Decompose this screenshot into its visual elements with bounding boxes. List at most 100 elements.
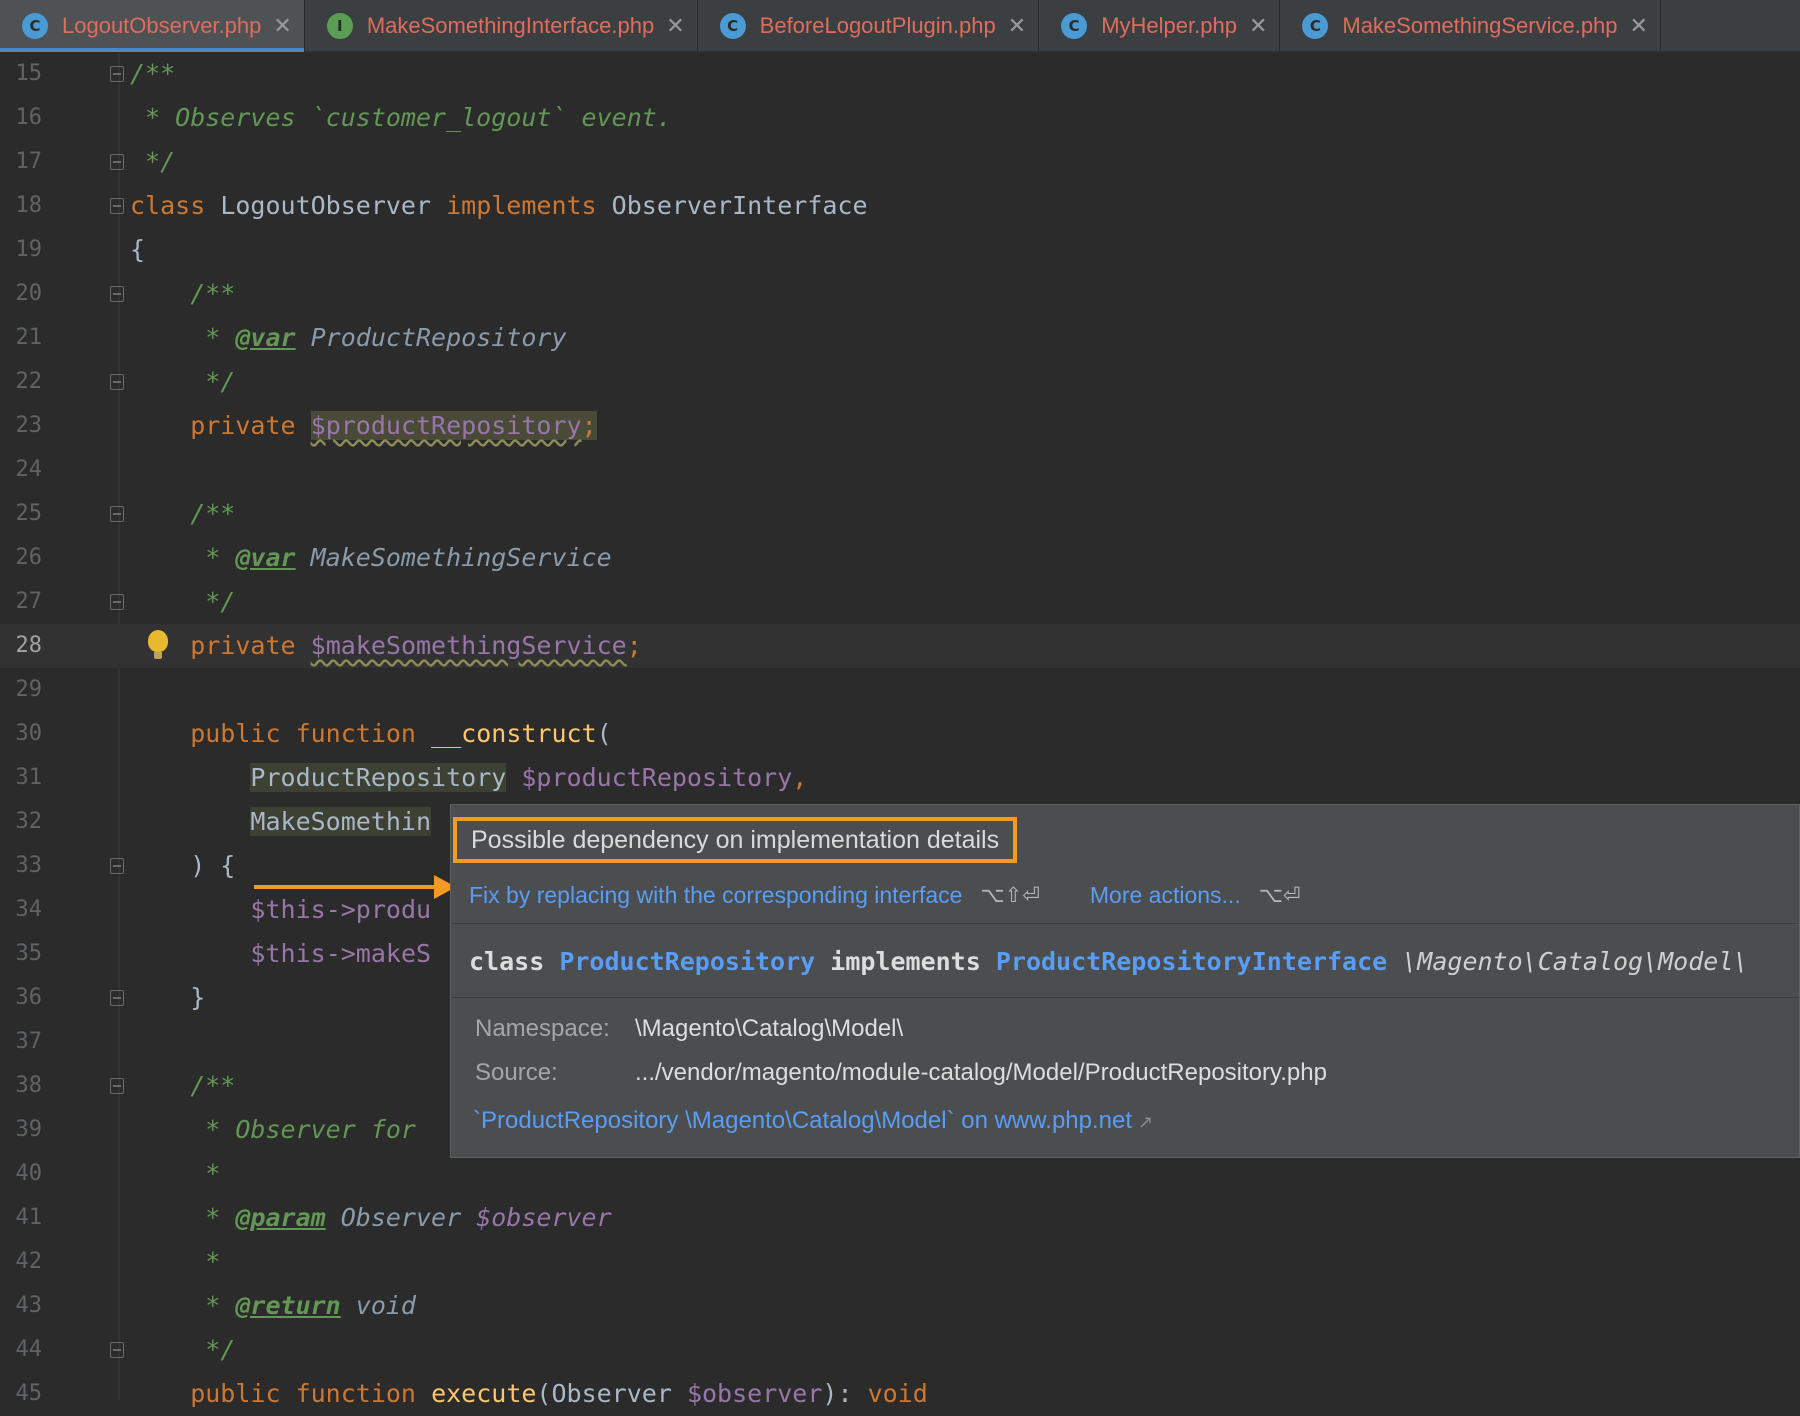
- line-number: 36: [15, 985, 43, 1010]
- code-line[interactable]: 20 /**: [0, 272, 1800, 316]
- code-text: (Observer: [536, 1379, 687, 1408]
- line-number: 21: [15, 325, 43, 350]
- code-line[interactable]: 40 *: [0, 1152, 1800, 1196]
- sig-interface-link[interactable]: ProductRepositoryInterface: [996, 947, 1387, 976]
- fold-icon[interactable]: [110, 1342, 124, 1358]
- external-doc-link[interactable]: `ProductRepository \Magento\Catalog\Mode…: [473, 1107, 1132, 1134]
- code-line[interactable]: 16 * Observes `customer_logout` event.: [0, 96, 1800, 140]
- code-line[interactable]: 15 /**: [0, 52, 1800, 96]
- line-number: 27: [15, 589, 43, 614]
- code-keyword: implements: [446, 191, 597, 220]
- class-icon: C: [1302, 13, 1329, 39]
- interface-icon: I: [326, 13, 353, 39]
- more-actions-link[interactable]: More actions...: [1090, 882, 1241, 909]
- code-text: void: [340, 1291, 416, 1320]
- code-line[interactable]: 31 ProductRepository $productRepository,: [0, 756, 1800, 800]
- code-line[interactable]: 21 * @var ProductRepository: [0, 316, 1800, 360]
- sig-namespace: \Magento\Catalog\Model\: [1402, 947, 1749, 976]
- close-icon[interactable]: ✕: [1249, 14, 1267, 39]
- close-icon[interactable]: ✕: [273, 14, 291, 39]
- tab-before-logout-plugin[interactable]: C BeforeLogoutPlugin.php ✕: [698, 0, 1040, 52]
- sig-class-link[interactable]: ProductRepository: [559, 947, 815, 976]
- class-signature: class ProductRepository implements Produ…: [469, 933, 1748, 991]
- fold-icon[interactable]: [110, 1078, 124, 1094]
- line-number: 16: [15, 105, 43, 130]
- code-line[interactable]: 44 */: [0, 1328, 1800, 1372]
- code-line[interactable]: 19 {: [0, 228, 1800, 272]
- line-number: 41: [15, 1205, 43, 1230]
- line-number: 18: [15, 193, 43, 218]
- tab-label: MakeSomethingInterface.php: [366, 13, 655, 38]
- code-text: }: [130, 983, 206, 1012]
- code-line[interactable]: 41 * @param Observer $observer: [0, 1196, 1800, 1240]
- fix-replace-interface-link[interactable]: Fix by replacing with the corresponding …: [469, 882, 962, 909]
- code-line[interactable]: 43 * @return void: [0, 1284, 1800, 1328]
- code-line[interactable]: 24: [0, 448, 1800, 492]
- code-text: ProductRepository: [295, 323, 567, 352]
- fold-icon[interactable]: [110, 858, 124, 874]
- close-icon[interactable]: ✕: [1630, 14, 1648, 39]
- code-line[interactable]: 45 public function execute(Observer $obs…: [0, 1372, 1800, 1416]
- fold-icon[interactable]: [110, 594, 124, 610]
- fix-shortcut: ⌥⇧⏎: [980, 883, 1040, 907]
- fold-icon[interactable]: [110, 990, 124, 1006]
- code-variable: $makeSomethingService: [310, 631, 627, 660]
- code-variable: $productRepository: [310, 411, 582, 440]
- code-line[interactable]: 29: [0, 668, 1800, 712]
- tab-label: MyHelper.php: [1101, 13, 1237, 38]
- code-text: *: [130, 1291, 236, 1320]
- code-text: */: [130, 587, 236, 616]
- fold-icon[interactable]: [110, 506, 124, 522]
- close-icon[interactable]: ✕: [1008, 14, 1026, 39]
- code-line[interactable]: 22 */: [0, 360, 1800, 404]
- line-number: 38: [15, 1073, 43, 1098]
- code-text: /**: [130, 1071, 236, 1100]
- tab-logout-observer[interactable]: C LogoutObserver.php ✕: [0, 0, 305, 52]
- code-keyword: function: [295, 719, 416, 748]
- code-line[interactable]: 42 *: [0, 1240, 1800, 1284]
- code-text: ;: [626, 631, 642, 660]
- code-line-current[interactable]: 28 private $makeSomethingService;: [0, 624, 1800, 668]
- tab-make-something-service[interactable]: C MakeSomethingService.php ✕: [1280, 0, 1661, 52]
- doc-tag: @return: [235, 1291, 341, 1320]
- code-line[interactable]: 25 /**: [0, 492, 1800, 536]
- tab-label: BeforeLogoutPlugin.php: [759, 13, 996, 38]
- code-text: */: [130, 367, 236, 396]
- tab-make-something-interface[interactable]: I MakeSomethingInterface.php ✕: [305, 0, 698, 52]
- code-variable: $observer: [476, 1203, 612, 1232]
- fold-icon[interactable]: [110, 198, 124, 214]
- source-row: Source: .../vendor/magento/module-catalog…: [475, 1059, 1327, 1087]
- code-line[interactable]: 30 public function __construct(: [0, 712, 1800, 756]
- line-number: 45: [15, 1381, 43, 1406]
- popup-divider: [451, 923, 1799, 924]
- code-text: ;: [581, 411, 597, 440]
- line-number: 34: [15, 897, 43, 922]
- code-editor[interactable]: 15 /** 16 * Observes `customer_logout` e…: [0, 52, 1800, 1408]
- code-variable: $this: [250, 895, 326, 924]
- fold-icon[interactable]: [110, 154, 124, 170]
- code-line[interactable]: 27 */: [0, 580, 1800, 624]
- callout-arrow: [254, 885, 440, 889]
- code-variable: $this: [250, 939, 326, 968]
- code-text: *: [130, 323, 236, 352]
- fold-icon[interactable]: [110, 286, 124, 302]
- close-icon[interactable]: ✕: [666, 14, 684, 39]
- code-keyword: private: [130, 411, 296, 440]
- code-line[interactable]: 17 */: [0, 140, 1800, 184]
- code-line[interactable]: 23 private $productRepository;: [0, 404, 1800, 448]
- code-line[interactable]: 26 * @var MakeSomethingService: [0, 536, 1800, 580]
- code-keyword: private: [130, 631, 296, 660]
- code-text: *: [130, 1247, 221, 1276]
- fold-icon[interactable]: [110, 374, 124, 390]
- code-text: ) {: [130, 851, 236, 880]
- tab-my-helper[interactable]: C MyHelper.php ✕: [1039, 0, 1281, 52]
- code-text: (: [596, 719, 612, 748]
- doc-tag: @var: [235, 543, 296, 572]
- external-link-icon: ↗: [1138, 1112, 1154, 1133]
- popup-divider: [451, 997, 1799, 998]
- fold-icon[interactable]: [110, 66, 124, 82]
- code-line[interactable]: 18 class LogoutObserver implements Obser…: [0, 184, 1800, 228]
- line-number: 23: [15, 413, 43, 438]
- code-text: Observer: [325, 1203, 477, 1232]
- code-class: ProductRepository: [250, 763, 507, 792]
